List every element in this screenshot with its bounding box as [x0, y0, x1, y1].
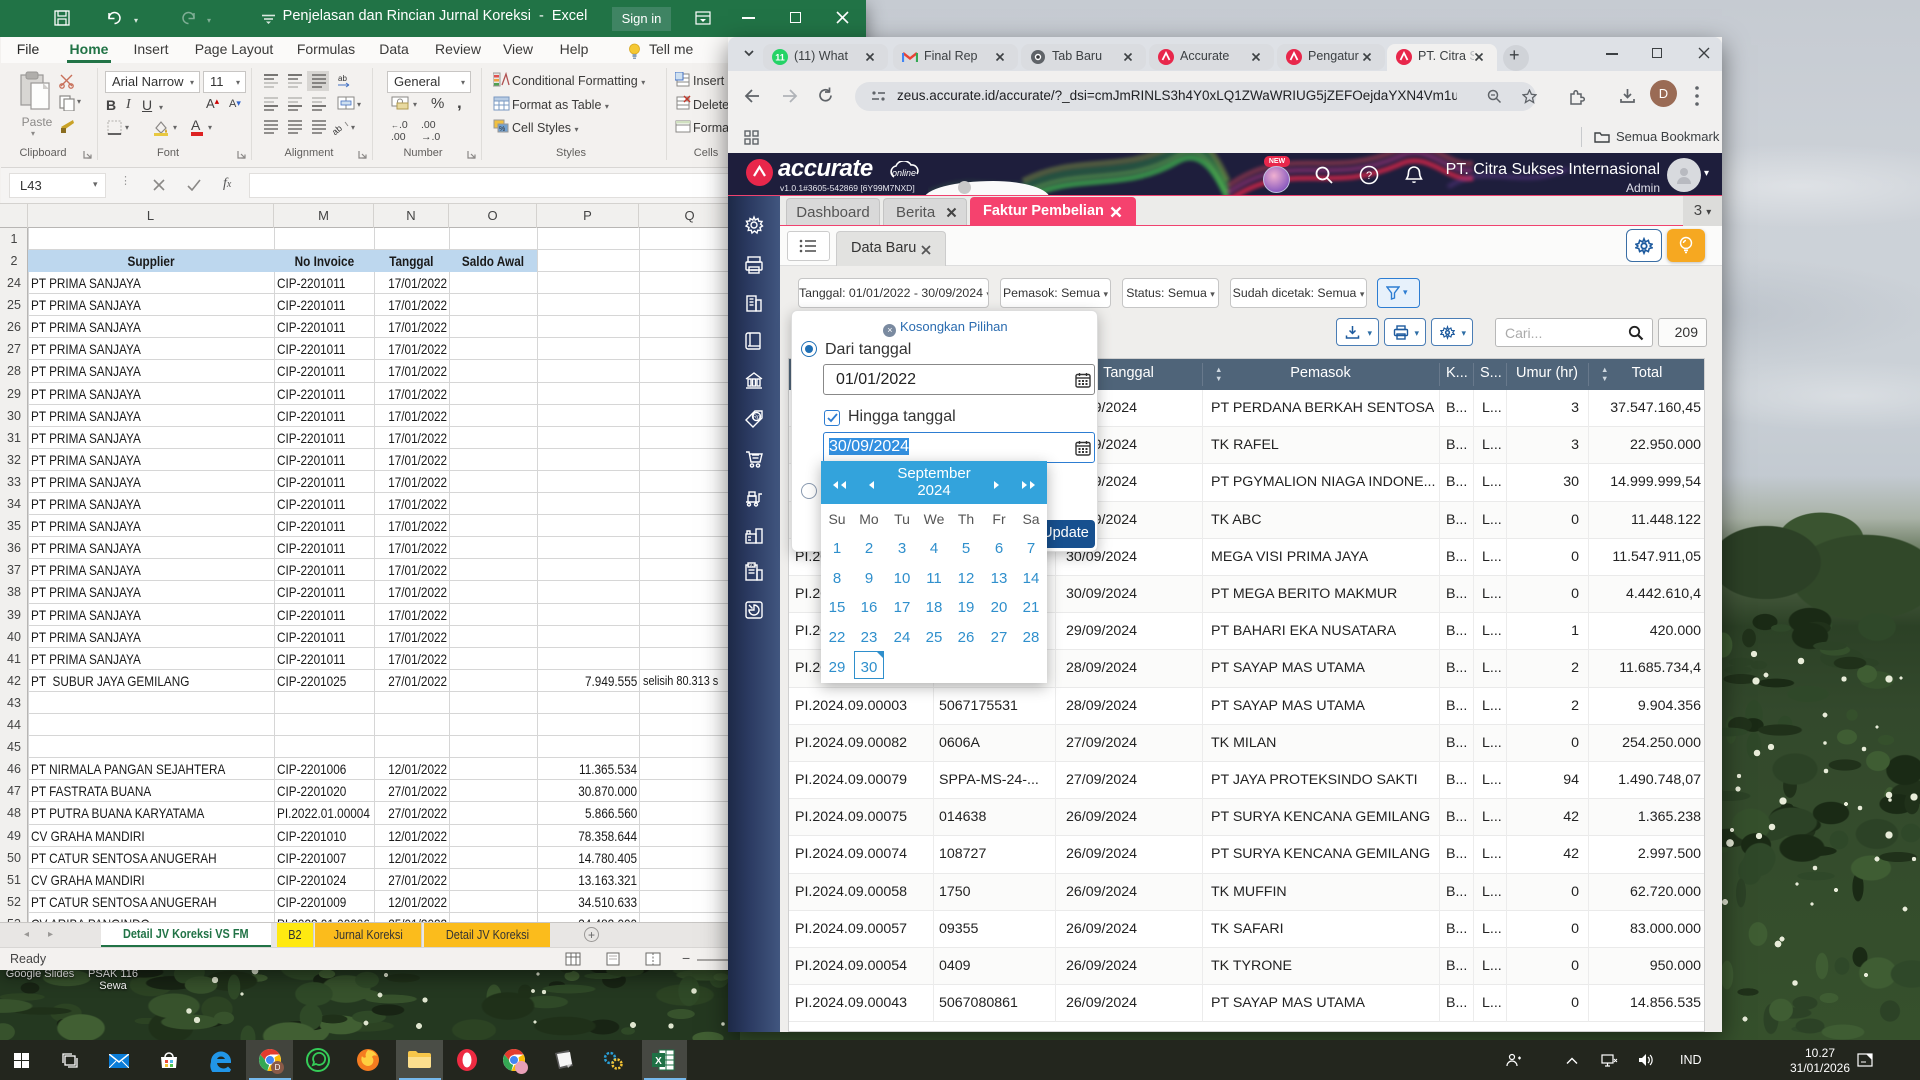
svg-text:TAX: TAX [748, 563, 756, 568]
svg-text:%: % [499, 126, 505, 133]
svg-text:ab: ab [333, 123, 344, 135]
svg-text:ab: ab [338, 74, 347, 83]
svg-text:?: ? [1366, 170, 1372, 182]
svg-text:11: 11 [775, 53, 785, 63]
svg-text:Rp: Rp [753, 415, 760, 421]
svg-text:X: X [655, 1056, 662, 1067]
